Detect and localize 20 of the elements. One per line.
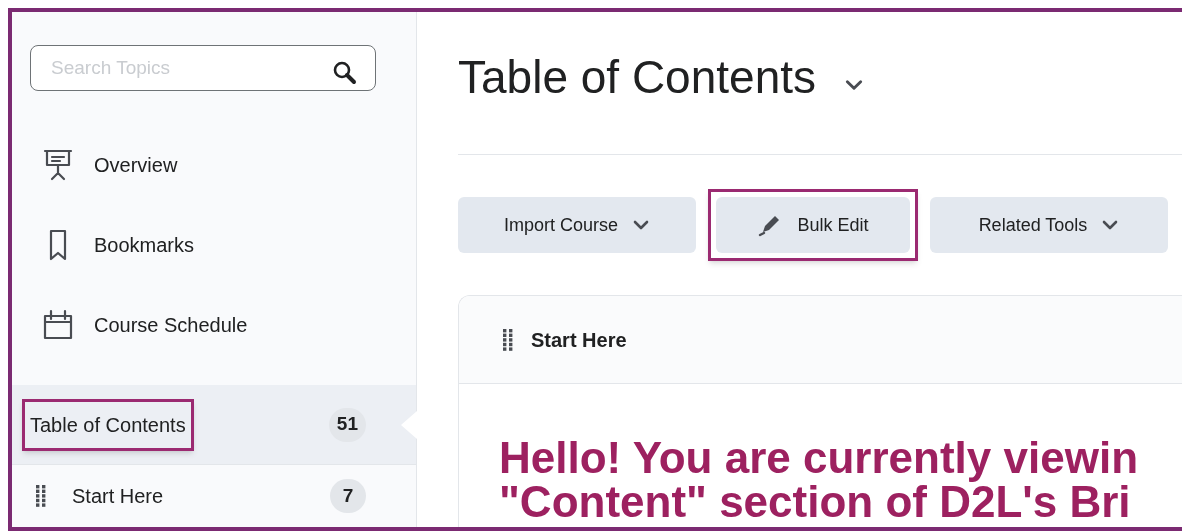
drag-handle-icon[interactable] (503, 328, 513, 351)
module-item[interactable]: Table of Contents 51 (12, 385, 416, 465)
calendar-icon (42, 308, 74, 342)
bulk-edit-button[interactable]: Bulk Edit (716, 197, 910, 253)
count-badge: 7 (330, 479, 366, 513)
sidebar-item[interactable]: Overview (12, 125, 416, 205)
dropdown-button[interactable]: Related Tools (930, 197, 1168, 253)
search-icon (332, 60, 358, 86)
sidebar-item[interactable]: Bookmarks (12, 205, 416, 285)
sidebar-item[interactable]: Course Schedule (12, 285, 416, 365)
module-title: Start Here (531, 327, 627, 353)
module-label: Table of Contents (22, 398, 194, 451)
module-item[interactable]: Start Here 7 (12, 465, 416, 527)
welcome-heading: Hello! You are currently viewin (499, 436, 1139, 480)
count-badge: 51 (328, 407, 366, 442)
dropdown-button[interactable]: Import Course (458, 197, 696, 253)
module-label: Start Here (71, 484, 165, 509)
presentation-icon (42, 148, 74, 182)
page-title: Table of Contents (458, 49, 816, 105)
drag-handle-icon[interactable] (36, 485, 46, 507)
